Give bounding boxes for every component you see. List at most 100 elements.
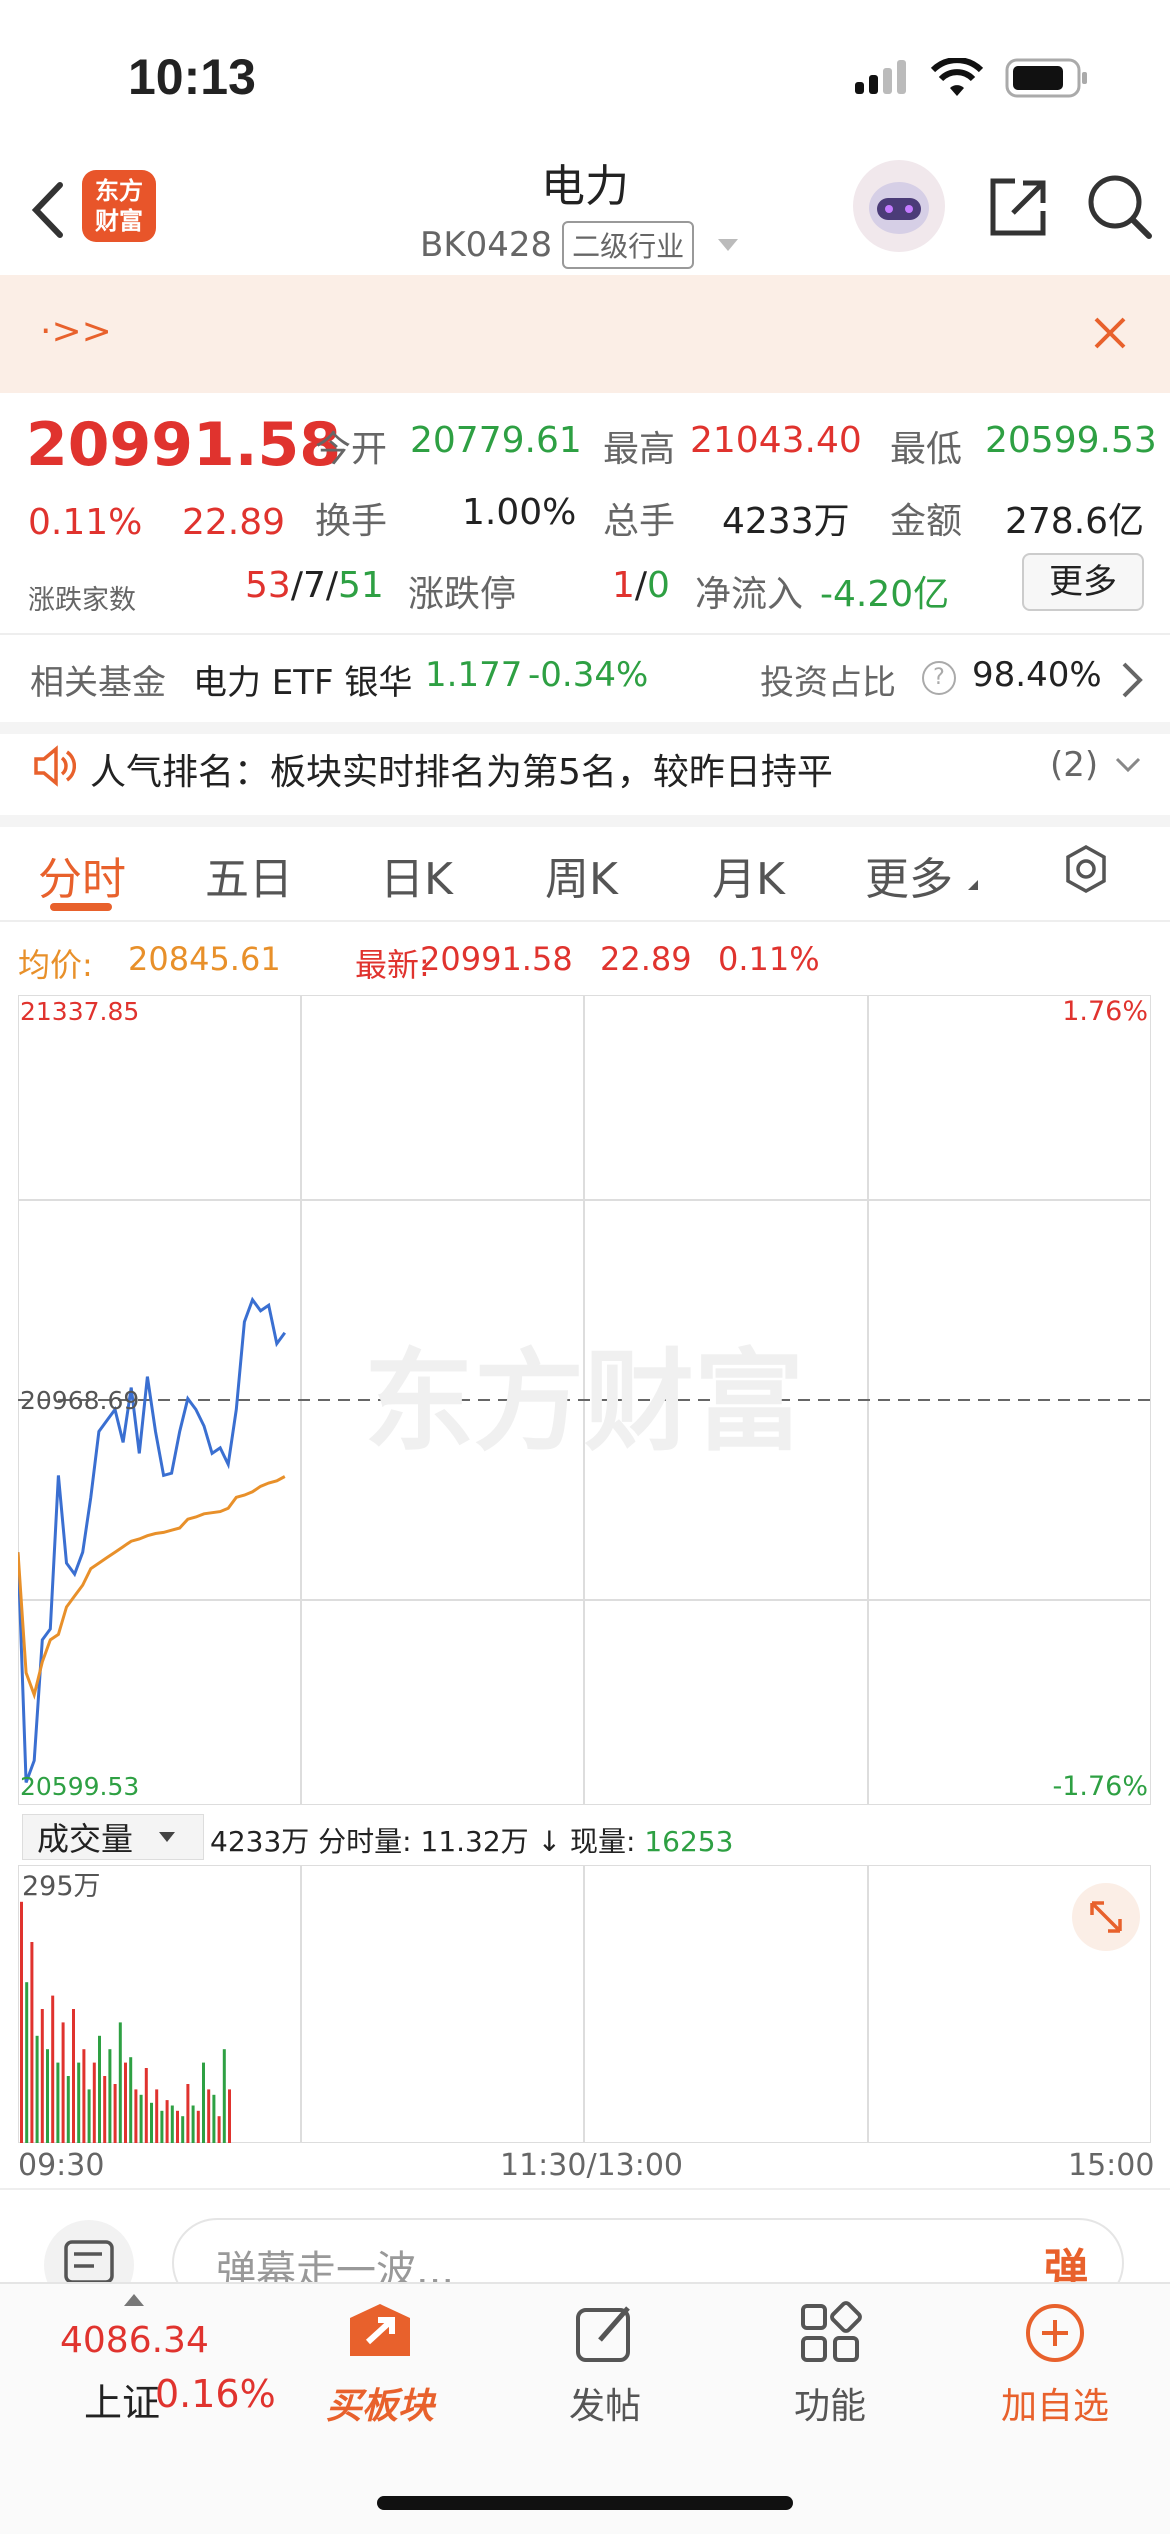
volume-bar — [82, 2049, 86, 2143]
volume-bar — [108, 2049, 112, 2143]
low-label: 最低 — [890, 429, 963, 470]
dropdown-triangle-icon — [159, 1832, 176, 1842]
volume-value: 4233万 — [722, 501, 850, 542]
volume-bar — [134, 2089, 138, 2143]
tab-week-k[interactable]: 周K — [545, 843, 618, 907]
volume-bar — [186, 2084, 190, 2143]
tab-intraday[interactable]: 分时 — [38, 843, 126, 907]
volume-bar — [139, 2094, 143, 2143]
fund-price: 1.177 — [425, 655, 523, 695]
app-logo: 东方 财富 — [82, 170, 156, 242]
volume-bar — [222, 2049, 226, 2143]
avg-label: 均价: — [18, 946, 93, 984]
home-indicator — [377, 2496, 793, 2510]
latest-change: 22.89 — [600, 940, 692, 978]
add-circle-icon — [1026, 2304, 1084, 2362]
updown-label: 涨跌家数 — [28, 585, 136, 616]
volume-bar — [176, 2110, 179, 2143]
volume-info: 4233万 分时量: 11.32万 ↓ 现量: 16253 — [210, 1820, 733, 1860]
notice-banner[interactable]: ·>> — [0, 275, 1170, 393]
volume-bar — [170, 2105, 174, 2143]
netflow-value: -4.20亿 — [820, 574, 950, 615]
close-icon[interactable] — [1090, 313, 1130, 353]
volume-bar — [196, 2110, 200, 2143]
search-icon[interactable] — [1085, 172, 1155, 242]
change-pct: 0.11% — [28, 502, 143, 543]
battery-icon — [1005, 58, 1091, 98]
volume-bar — [118, 2022, 122, 2143]
volume-bar — [66, 2076, 70, 2143]
volume-bar — [77, 2062, 81, 2143]
time-label-open: 09:30 — [18, 2148, 105, 2183]
latest-label: 最新: — [355, 946, 430, 984]
help-icon[interactable]: ? — [922, 661, 956, 695]
index-name[interactable]: 上证 — [84, 2372, 160, 2427]
volume-bar — [144, 2068, 148, 2143]
limit-up-count: 1 — [612, 565, 635, 606]
y-top-label: 21337.85 — [20, 997, 139, 1026]
fund-name[interactable]: 电力 ETF 银华 — [193, 655, 412, 704]
limit-counts: 1/0 — [612, 565, 670, 606]
latest-value: 20991.58 — [420, 940, 573, 978]
current-volume: 16253 — [644, 1825, 734, 1858]
updown-counts: 53/7/51 — [245, 565, 384, 606]
post-button[interactable]: 发帖 — [525, 2298, 685, 2429]
chevron-right-icon[interactable] — [1120, 660, 1144, 700]
edit-icon — [576, 2306, 630, 2362]
price-chart[interactable]: 东方财富 21337.85 20968.69 20599.53 1.76% -1… — [18, 995, 1151, 1805]
buy-sector-button[interactable]: 买板块 — [300, 2298, 460, 2429]
tab-five-day[interactable]: 五日 — [205, 843, 293, 907]
netflow-label: 净流入 — [695, 574, 804, 615]
tab-active-indicator — [50, 903, 112, 911]
low-value: 20599.53 — [985, 420, 1157, 461]
index-value[interactable]: 4086.34 — [60, 2320, 209, 2361]
back-icon[interactable] — [28, 180, 68, 240]
expand-icon[interactable] — [1072, 1883, 1140, 1951]
up-count: 53 — [245, 565, 291, 606]
robot-avatar-icon[interactable] — [853, 160, 945, 252]
add-watchlist-label: 加自选 — [1000, 2386, 1109, 2427]
index-pct[interactable]: 0.16% — [155, 2372, 276, 2416]
price: 20991.58 — [26, 410, 342, 480]
volume-bar — [150, 2102, 153, 2143]
time-label-mid: 11:30/13:00 — [500, 2148, 684, 2183]
volume-bar — [191, 2105, 195, 2143]
chart-watermark: 东方财富 — [364, 1338, 804, 1466]
more-button[interactable]: 更多 — [1022, 553, 1144, 611]
volume-chart[interactable]: 295万 — [18, 1865, 1151, 2143]
board-code[interactable]: BK0428 二级行业 — [420, 221, 739, 269]
settings-icon[interactable] — [1060, 843, 1112, 895]
share-icon[interactable] — [985, 175, 1051, 241]
volume-bar — [181, 2116, 185, 2143]
high-label: 最高 — [603, 429, 676, 470]
tab-more[interactable]: 更多 — [865, 843, 953, 907]
tab-month-k[interactable]: 月K — [712, 843, 785, 907]
y-mid-label: 20968.69 — [20, 1386, 139, 1415]
open-label: 今开 — [315, 429, 388, 470]
ranking-count[interactable]: (2) — [1050, 745, 1098, 785]
volume-bar — [72, 2009, 75, 2143]
volume-bar — [228, 2089, 231, 2143]
high-value: 21043.40 — [690, 420, 862, 461]
buy-sector-icon — [350, 2304, 410, 2356]
invest-value: 98.40% — [972, 655, 1102, 695]
volume-bar — [25, 1982, 29, 2143]
add-watchlist-button[interactable]: 加自选 — [975, 2298, 1135, 2429]
status-time: 10:13 — [128, 49, 256, 105]
latest-pct: 0.11% — [718, 940, 820, 978]
volume-bar — [61, 2022, 65, 2143]
corner-triangle-icon — [968, 880, 978, 890]
down-arrow-icon: ↓ — [537, 1825, 562, 1858]
ranking-text[interactable]: 人气排名：板块实时排名为第5名，较昨日持平 — [90, 743, 833, 795]
function-button[interactable]: 功能 — [750, 2298, 910, 2429]
chevron-down-icon[interactable] — [1114, 755, 1142, 775]
volume-selector[interactable]: 成交量 — [22, 1814, 204, 1860]
volume-bar — [103, 2076, 107, 2143]
buy-sector-label: 买板块 — [325, 2386, 434, 2427]
volume-label: 总手 — [603, 501, 676, 542]
tab-day-k[interactable]: 日K — [380, 843, 453, 907]
pct-top-label: 1.76% — [1062, 996, 1148, 1027]
volume-bar — [35, 2035, 39, 2143]
volume-bar — [113, 2084, 117, 2143]
volume-bar — [20, 1901, 23, 2143]
